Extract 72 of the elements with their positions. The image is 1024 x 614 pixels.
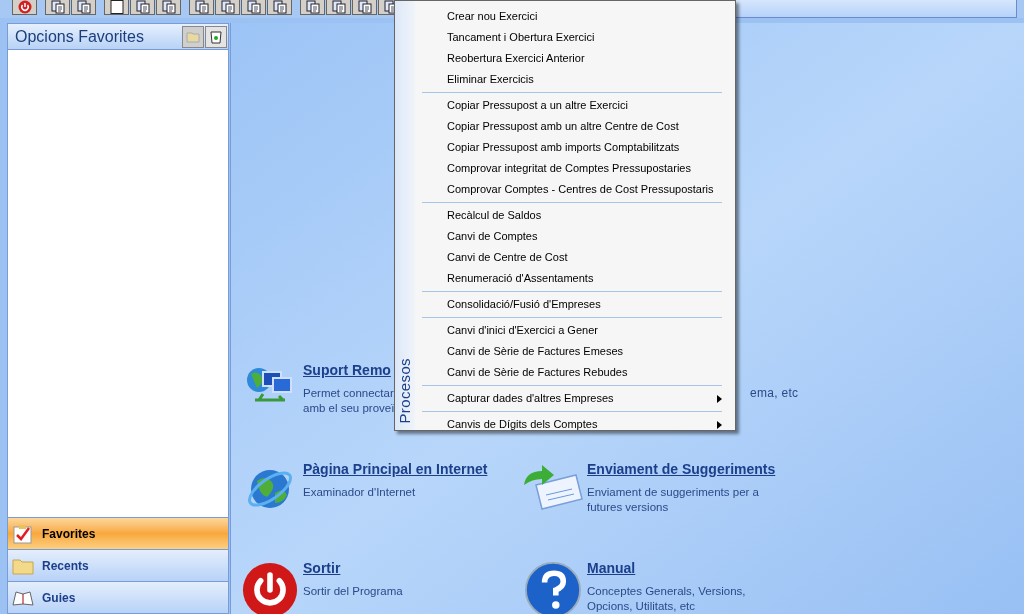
menu-item[interactable]: Canvi de Sèrie de Factures Emeses [422,341,722,362]
launcher-link[interactable]: Manual [587,558,746,578]
menu-side-label: Procesos [394,358,414,424]
document-icon [50,0,65,14]
menu-item[interactable]: Copiar Pressupost a un altre Exercici [422,95,722,116]
toolbar-button[interactable] [267,0,292,15]
checklist-icon [12,523,34,544]
book-icon [12,589,34,606]
document-icon [331,0,346,14]
launcher-description: Enviament de suggeriments per a [587,485,760,500]
trash-icon [210,29,222,44]
folder-icon [12,556,34,575]
menu-item[interactable]: Eliminar Exercicis [422,69,722,90]
menu-item[interactable]: Reobertura Exercici Anterior [422,48,722,69]
document-icon [194,0,209,14]
document-icon [76,0,91,14]
launcher-link[interactable]: Enviament de Suggeriments [587,459,776,479]
menu-item[interactable]: Capturar dades d'altres Empreses [422,388,722,409]
toolbar-button[interactable] [189,0,214,15]
document-icon [272,0,287,14]
toolbar-button[interactable] [300,0,325,15]
delete-button[interactable] [205,25,227,48]
menu-item[interactable]: Copiar Pressupost amb imports Comptabilitzats [422,137,722,158]
menu-item[interactable]: Comprovar Comptes - Centres de Cost Pressupostaris [422,179,722,200]
menu-item[interactable]: Canvi de Centre de Cost [422,247,722,268]
toolbar-button[interactable] [156,0,181,15]
power-icon [17,0,32,14]
document-icon [220,0,235,14]
launcher-description: ema, etc [750,386,799,401]
panel-title: Opcions Favorites [15,26,144,47]
toolbar-button[interactable] [130,0,155,15]
menu-item[interactable]: Copiar Pressupost amb un altre Centre de Cost [422,116,722,137]
toolbar-button[interactable] [71,0,96,15]
launcher-description: Opcions, Utilitats, etc [587,599,696,614]
folder-icon [186,30,200,43]
launcher-description: amb el seu proveï [303,401,395,416]
launcher-link[interactable]: Sortir [303,558,403,578]
toolbar-button[interactable] [241,0,266,15]
nav-tab[interactable]: Guies [8,581,228,613]
document-icon [135,0,150,14]
toolbar-button[interactable] [352,0,377,15]
menu-item[interactable]: Recàlcul de Saldos [422,205,722,226]
envelope-arrow-icon [522,463,584,513]
toolbar-button[interactable] [45,0,70,15]
toolbar-button[interactable] [215,0,240,15]
toolbar-button[interactable] [104,0,129,15]
menu-item[interactable]: Canvi de Comptes [422,226,722,247]
menu-item[interactable]: Comprovar integritat de Comptes Pressupostaries [422,158,722,179]
folder-button[interactable] [182,25,204,48]
document-icon [357,0,372,14]
launcher-description: Examinador d'Internet [303,485,417,500]
menu-item[interactable]: Renumeració d'Assentaments [422,268,722,289]
launcher-description: Permet connectar [303,386,395,401]
menu-item[interactable]: Canvi de Sèrie de Factures Rebudes [422,362,722,383]
menu-item[interactable]: Consolidació/Fusió d'Empreses [422,294,722,315]
menu-item[interactable]: Canvis de Dígits dels Comptes [422,414,722,435]
blank-page-icon [109,0,124,14]
menu-item[interactable]: Crear nou Exercici [422,6,722,27]
launcher-description: Conceptes Generals, Versions, [587,584,746,599]
help-icon [523,562,583,614]
launcher-description: futures versions [587,500,670,515]
toolbar-button[interactable] [326,0,351,15]
launcher-link[interactable]: Suport Remo [303,360,395,380]
menu-item[interactable]: Tancament i Obertura Exercici [422,27,722,48]
document-icon [246,0,261,14]
nav-tab[interactable]: Recents [8,549,228,581]
nav-tab[interactable]: Favorites [8,517,228,549]
document-icon [305,0,320,14]
menu-item[interactable]: Canvi d'inici d'Exercici a Gener [422,320,722,341]
document-icon [161,0,176,14]
launcher-description: Sortir del Programa [303,584,403,599]
launcher-link[interactable]: Pàgina Principal en Internet [303,459,488,479]
